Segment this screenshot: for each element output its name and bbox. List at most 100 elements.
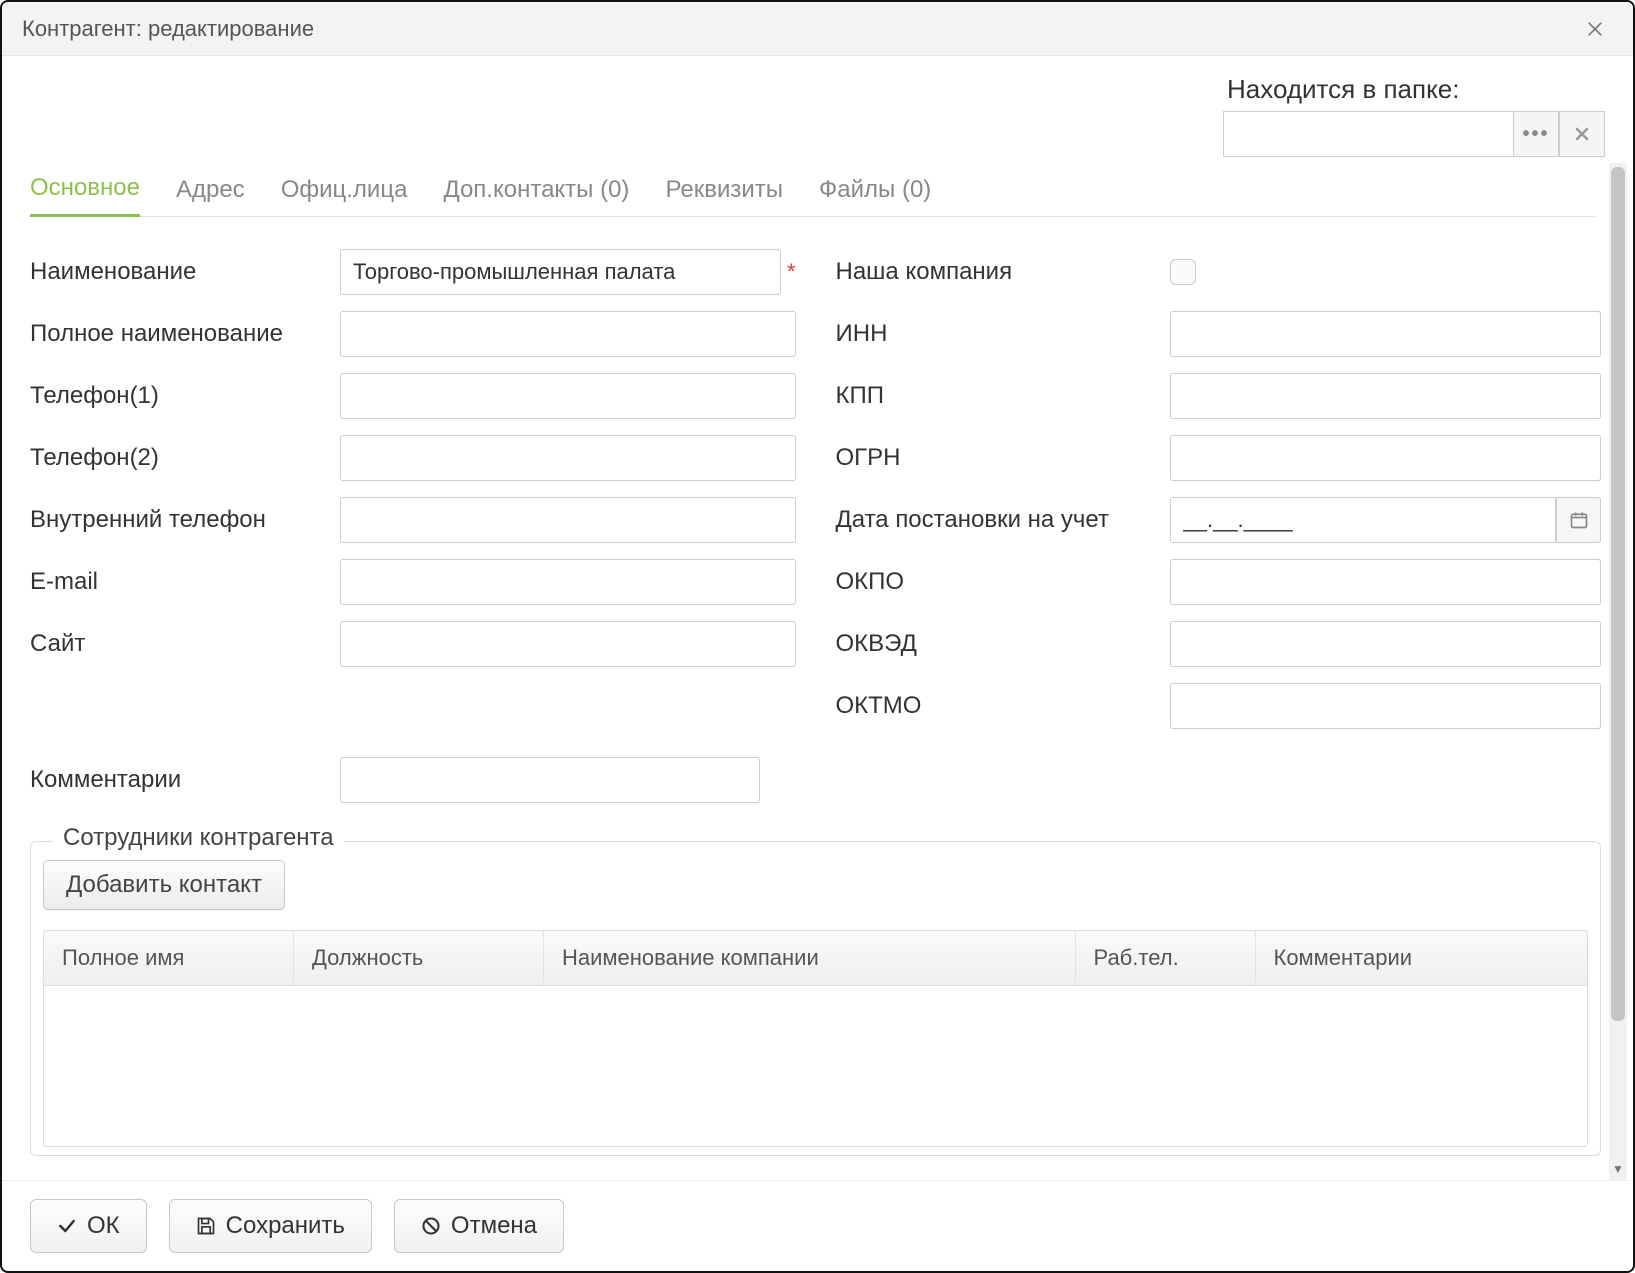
email-input[interactable] (340, 559, 796, 605)
col-company[interactable]: Наименование компании (544, 931, 1076, 985)
window-title: Контрагент: редактирование (22, 16, 1577, 42)
label-site: Сайт (30, 630, 340, 658)
save-button-label: Сохранить (226, 1212, 345, 1240)
folder-input-wrap: ••• (1223, 111, 1605, 157)
check-icon (57, 1216, 77, 1236)
close-icon (1585, 19, 1605, 39)
scroll-thumb[interactable] (1611, 167, 1625, 1021)
label-our-company: Наша компания (836, 258, 1170, 286)
folder-block: Находится в папке: ••• (1223, 74, 1605, 157)
close-button[interactable] (1577, 15, 1613, 43)
reg-date-picker-button[interactable] (1556, 497, 1601, 543)
label-ogrn: ОГРН (836, 444, 1170, 472)
folder-row: Находится в папке: ••• (2, 56, 1633, 163)
vertical-scrollbar[interactable]: ▲ ▼ (1609, 163, 1627, 1180)
row-okpo: ОКПО (836, 551, 1602, 613)
form-col-left: Наименование * Полное наименование Телеф… (30, 241, 796, 737)
row-inn: ИНН (836, 303, 1602, 365)
tab-requisites[interactable]: Реквизиты (665, 176, 783, 216)
save-icon (196, 1216, 216, 1236)
row-okved: ОКВЭД (836, 613, 1602, 675)
reg-date-input[interactable] (1170, 497, 1557, 543)
row-name: Наименование * (30, 241, 796, 303)
row-phone2: Телефон(2) (30, 427, 796, 489)
body-scroll: Основное Адрес Офиц.лица Доп.контакты (0… (2, 163, 1633, 1180)
ellipsis-icon: ••• (1522, 123, 1549, 146)
tab-contacts[interactable]: Доп.контакты (0) (443, 176, 629, 216)
row-email: E-mail (30, 551, 796, 613)
label-oktmo: ОКТМО (836, 692, 1170, 720)
inn-input[interactable] (1170, 311, 1602, 357)
form-columns: Наименование * Полное наименование Телеф… (30, 241, 1601, 737)
col-comments[interactable]: Комментарии (1256, 931, 1588, 985)
grid-body[interactable] (44, 986, 1587, 1146)
full-name-input[interactable] (340, 311, 796, 357)
label-phone1: Телефон(1) (30, 382, 340, 410)
folder-label: Находится в папке: (1223, 74, 1605, 105)
okpo-input[interactable] (1170, 559, 1602, 605)
label-full-name: Полное наименование (30, 320, 340, 348)
col-full-name[interactable]: Полное имя (44, 931, 294, 985)
employees-legend: Сотрудники контрагента (53, 824, 344, 852)
folder-clear-button[interactable] (1559, 111, 1605, 157)
our-company-checkbox[interactable] (1170, 259, 1196, 285)
cancel-button-label: Отмена (451, 1212, 537, 1240)
name-input[interactable] (340, 249, 781, 295)
row-full-name: Полное наименование (30, 303, 796, 365)
label-reg-date: Дата постановки на учет (836, 506, 1170, 534)
row-ogrn: ОГРН (836, 427, 1602, 489)
scroll-area[interactable]: Основное Адрес Офиц.лица Доп.контакты (0… (2, 163, 1605, 1180)
grid-header: Полное имя Должность Наименование компан… (44, 931, 1587, 986)
titlebar: Контрагент: редактирование (2, 2, 1633, 56)
ok-button[interactable]: ОК (30, 1199, 147, 1253)
label-email: E-mail (30, 568, 340, 596)
required-mark: * (787, 259, 796, 285)
label-inn: ИНН (836, 320, 1170, 348)
col-work-phone[interactable]: Раб.тел. (1076, 931, 1256, 985)
save-button[interactable]: Сохранить (169, 1199, 372, 1253)
cancel-icon (421, 1216, 441, 1236)
okved-input[interactable] (1170, 621, 1602, 667)
calendar-icon (1569, 510, 1589, 530)
label-comments: Комментарии (30, 766, 340, 794)
row-kpp: КПП (836, 365, 1602, 427)
comments-input[interactable] (340, 757, 760, 803)
ok-button-label: ОК (87, 1212, 120, 1240)
col-position[interactable]: Должность (294, 931, 544, 985)
label-okved: ОКВЭД (836, 630, 1170, 658)
folder-browse-button[interactable]: ••• (1513, 111, 1559, 157)
int-phone-input[interactable] (340, 497, 796, 543)
label-name: Наименование (30, 258, 340, 286)
employees-grid: Полное имя Должность Наименование компан… (43, 930, 1588, 1147)
tab-files[interactable]: Файлы (0) (819, 176, 931, 216)
row-reg-date: Дата постановки на учет (836, 489, 1602, 551)
employees-fieldset: Сотрудники контрагента Добавить контакт … (30, 841, 1601, 1156)
kpp-input[interactable] (1170, 373, 1602, 419)
row-int-phone: Внутренний телефон (30, 489, 796, 551)
ogrn-input[interactable] (1170, 435, 1602, 481)
folder-input[interactable] (1223, 111, 1513, 157)
phone1-input[interactable] (340, 373, 796, 419)
add-contact-button[interactable]: Добавить контакт (43, 860, 285, 910)
row-site: Сайт (30, 613, 796, 675)
row-comments: Комментарии (30, 749, 1601, 811)
tab-officials[interactable]: Офиц.лица (281, 176, 408, 216)
site-input[interactable] (340, 621, 796, 667)
oktmo-input[interactable] (1170, 683, 1602, 729)
cancel-button[interactable]: Отмена (394, 1199, 564, 1253)
scroll-down-icon: ▼ (1609, 1158, 1627, 1180)
tabs: Основное Адрес Офиц.лица Доп.контакты (0… (30, 163, 1597, 217)
form-col-right: Наша компания ИНН КПП ОГРН (836, 241, 1602, 737)
row-oktmo: ОКТМО (836, 675, 1602, 737)
clear-icon (1572, 124, 1592, 144)
label-phone2: Телефон(2) (30, 444, 340, 472)
row-our-company: Наша компания (836, 241, 1602, 303)
label-okpo: ОКПО (836, 568, 1170, 596)
phone2-input[interactable] (340, 435, 796, 481)
tab-main[interactable]: Основное (30, 174, 140, 217)
row-phone1: Телефон(1) (30, 365, 796, 427)
tab-address[interactable]: Адрес (176, 176, 245, 216)
label-kpp: КПП (836, 382, 1170, 410)
dialog-footer: ОК Сохранить Отмена (2, 1180, 1633, 1271)
dialog-window: Контрагент: редактирование Находится в п… (0, 0, 1635, 1273)
